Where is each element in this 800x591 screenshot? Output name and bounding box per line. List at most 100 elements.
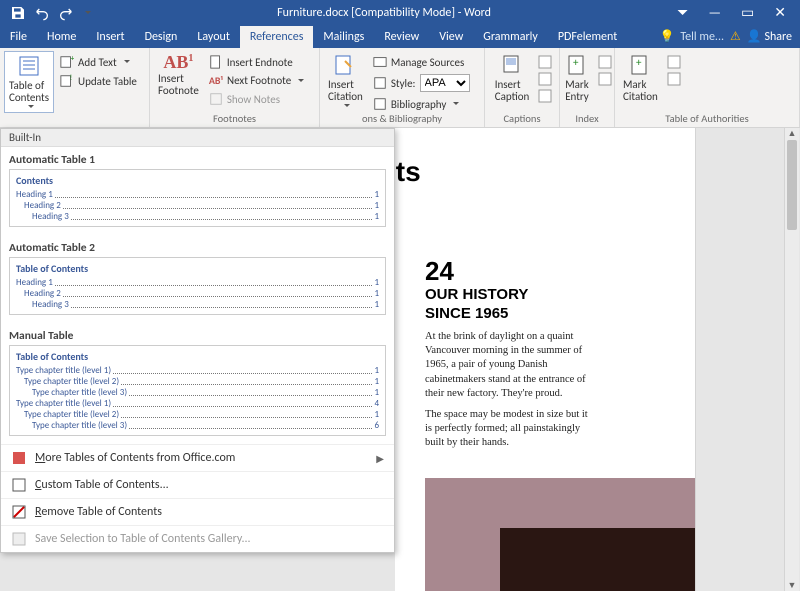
chevron-right-icon: ▶ bbox=[376, 452, 384, 465]
ribbon-group-toc: Table of Contents + Add Text ! Update Ta… bbox=[0, 48, 150, 127]
manage-sources-icon bbox=[373, 55, 387, 69]
quick-access-toolbar bbox=[4, 5, 91, 21]
update-table-icon: ! bbox=[60, 74, 74, 88]
toc-icon bbox=[17, 54, 41, 78]
toc-option-auto1[interactable]: Automatic Table 1 bbox=[1, 147, 394, 169]
svg-text:+: + bbox=[71, 55, 75, 63]
toc-dropdown-menu: Built-In Automatic Table 1 Contents Head… bbox=[0, 128, 395, 553]
mark-entry-button[interactable]: + Mark Entry bbox=[561, 51, 593, 105]
cross-reference-icon[interactable] bbox=[537, 88, 553, 104]
toc-preview-manual[interactable]: Table of Contents Type chapter title (le… bbox=[9, 345, 386, 436]
scroll-down-icon[interactable]: ▼ bbox=[785, 580, 799, 591]
group-label: Table of Authorities bbox=[619, 112, 795, 127]
tab-home[interactable]: Home bbox=[37, 26, 86, 48]
save-icon[interactable] bbox=[10, 5, 26, 21]
tab-design[interactable]: Design bbox=[135, 26, 188, 48]
tab-mailings[interactable]: Mailings bbox=[313, 26, 374, 48]
show-notes-icon bbox=[209, 92, 223, 106]
close-icon[interactable]: ✕ bbox=[774, 4, 786, 21]
insert-citation-button[interactable]: Insert Citation bbox=[324, 51, 367, 111]
ribbon-group-captions: Insert Caption Captions bbox=[485, 48, 560, 127]
style-dropdown[interactable]: APA bbox=[420, 74, 470, 92]
menu-label: Save Selection to Table of Contents Gall… bbox=[35, 532, 251, 546]
add-text-icon: + bbox=[60, 55, 74, 69]
insert-caption-button[interactable]: Insert Caption bbox=[491, 51, 534, 105]
remove-toc-icon bbox=[11, 504, 27, 520]
ribbon-group-authorities: + Mark Citation Table of Authorities bbox=[615, 48, 800, 127]
ribbon: Table of Contents + Add Text ! Update Ta… bbox=[0, 48, 800, 128]
ribbon-options-icon[interactable]: ⏷ bbox=[677, 4, 688, 21]
tab-grammarly[interactable]: Grammarly bbox=[473, 26, 548, 48]
group-label: Footnotes bbox=[154, 112, 315, 127]
update-table-figures-icon[interactable] bbox=[537, 71, 553, 87]
ribbon-group-index: + Mark Entry Index bbox=[560, 48, 615, 127]
menu-save-gallery: Save Selection to Table of Contents Gall… bbox=[1, 525, 394, 552]
menu-label: emove Table of Contents bbox=[41, 505, 162, 519]
next-footnote-button[interactable]: AB¹ Next Footnote bbox=[207, 73, 306, 88]
doc-section-heading: OUR HISTORYSINCE 1965 bbox=[425, 286, 528, 324]
tell-me-input[interactable]: Tell me... bbox=[680, 30, 724, 44]
update-table-button[interactable]: ! Update Table bbox=[58, 73, 139, 89]
insert-table-figures-icon[interactable] bbox=[537, 54, 553, 70]
doc-paragraph: The space may be modest in size but it i… bbox=[425, 408, 595, 451]
scrollbar-thumb[interactable] bbox=[787, 140, 797, 230]
toc-preview-auto1[interactable]: Contents Heading 11 Heading 21 Heading 3… bbox=[9, 169, 386, 227]
bibliography-button[interactable]: Bibliography bbox=[371, 96, 472, 112]
minimize-icon[interactable]: — bbox=[708, 4, 721, 21]
insert-index-icon[interactable] bbox=[597, 54, 613, 70]
manage-sources-button[interactable]: Manage Sources bbox=[371, 54, 472, 70]
menu-label: ustom Table of Contents... bbox=[41, 478, 168, 492]
tell-me-icon[interactable]: 💡 bbox=[659, 29, 674, 44]
redo-icon[interactable] bbox=[58, 5, 74, 21]
toc-option-auto2[interactable]: Automatic Table 2 bbox=[1, 235, 394, 257]
office-icon bbox=[11, 450, 27, 466]
menu-remove-toc[interactable]: Remove Table of Contents bbox=[1, 498, 394, 525]
ribbon-group-footnotes: AB1 Insert Footnote Insert Endnote AB¹ N… bbox=[150, 48, 320, 127]
doc-image-placeholder bbox=[500, 528, 695, 591]
insert-footnote-button[interactable]: AB1 Insert Footnote bbox=[154, 51, 203, 99]
window-controls: ⏷ — ▭ ✕ bbox=[677, 4, 796, 21]
window-title: Furniture.docx [Compatibility Mode] - Wo… bbox=[91, 6, 677, 20]
tab-layout[interactable]: Layout bbox=[187, 26, 240, 48]
scroll-up-icon[interactable]: ▲ bbox=[785, 128, 799, 139]
tab-pdfelement[interactable]: PDFelement bbox=[548, 26, 627, 48]
share-button[interactable]: 👤 Share bbox=[747, 29, 792, 44]
show-notes-button[interactable]: Show Notes bbox=[207, 91, 306, 107]
update-toa-icon[interactable] bbox=[666, 71, 682, 87]
title-bar: Furniture.docx [Compatibility Mode] - Wo… bbox=[0, 0, 800, 25]
tab-file[interactable]: File bbox=[0, 26, 37, 48]
tab-references[interactable]: References bbox=[240, 26, 314, 48]
toc-option-manual[interactable]: Manual Table bbox=[1, 323, 394, 345]
group-label: Captions bbox=[489, 112, 555, 127]
custom-toc-icon bbox=[11, 477, 27, 493]
tab-view[interactable]: View bbox=[429, 26, 473, 48]
vertical-scrollbar[interactable]: ▲ ▼ bbox=[784, 128, 799, 591]
svg-text:+: + bbox=[573, 56, 579, 69]
mark-entry-icon: + bbox=[565, 53, 589, 77]
table-of-contents-button[interactable]: Table of Contents bbox=[4, 51, 54, 113]
endnote-icon bbox=[209, 55, 223, 69]
tab-insert[interactable]: Insert bbox=[86, 26, 134, 48]
insert-endnote-button[interactable]: Insert Endnote bbox=[207, 54, 306, 70]
add-text-button[interactable]: + Add Text bbox=[58, 54, 139, 70]
insert-toa-icon[interactable] bbox=[666, 54, 682, 70]
warning-icon[interactable]: ⚠ bbox=[730, 29, 741, 44]
save-gallery-icon bbox=[11, 531, 27, 547]
tab-review[interactable]: Review bbox=[374, 26, 429, 48]
maximize-icon[interactable]: ▭ bbox=[741, 4, 754, 21]
group-label: Index bbox=[564, 112, 610, 127]
citation-style-select[interactable]: Style: APA bbox=[371, 73, 472, 93]
caption-icon bbox=[500, 53, 524, 77]
mark-citation-button[interactable]: + Mark Citation bbox=[619, 51, 662, 105]
group-label: ons & Bibliography bbox=[324, 112, 480, 127]
menu-custom-toc[interactable]: Custom Table of Contents... bbox=[1, 471, 394, 498]
document-page[interactable]: its 24 OUR HISTORYSINCE 1965 At the brin… bbox=[395, 128, 695, 591]
mark-citation-icon: + bbox=[628, 53, 652, 77]
svg-text:+: + bbox=[636, 56, 642, 69]
doc-heading-fragment: its bbox=[395, 156, 421, 188]
toc-preview-auto2[interactable]: Table of Contents Heading 11 Heading 21 … bbox=[9, 257, 386, 315]
menu-more-toc[interactable]: More Tables of Contents from Office.com … bbox=[1, 444, 394, 471]
update-index-icon[interactable] bbox=[597, 71, 613, 87]
undo-icon[interactable] bbox=[34, 5, 50, 21]
qat-customize-icon[interactable] bbox=[82, 6, 91, 20]
